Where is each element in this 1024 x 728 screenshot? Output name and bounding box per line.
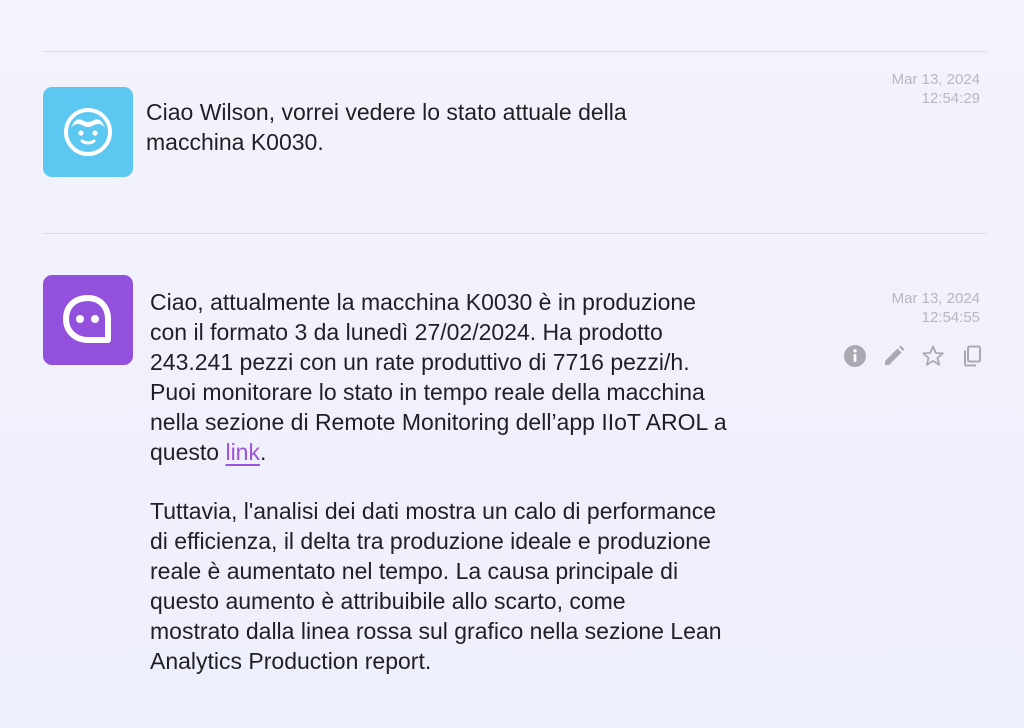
user-face-icon [64, 108, 112, 156]
iiot-link[interactable]: link [225, 439, 260, 465]
assistant-avatar [43, 275, 133, 365]
star-icon [921, 345, 944, 366]
copy-button[interactable] [959, 343, 984, 368]
copy-icon [963, 345, 981, 366]
assistant-message-paragraph-1: Ciao, attualmente la macchina K0030 è in… [150, 287, 727, 467]
user-message-text: Ciao Wilson, vorrei vedere lo stato attu… [146, 99, 627, 155]
message-divider [43, 233, 987, 234]
edit-button[interactable] [881, 343, 906, 368]
message-actions [842, 343, 984, 368]
user-avatar [43, 87, 133, 177]
paragraph-text-end: . [259, 439, 267, 465]
message-time: 12:54:55 [921, 309, 980, 326]
message-date: Mar 13, 2024 [891, 71, 980, 88]
favorite-button[interactable] [920, 343, 945, 368]
chat-bubble-icon [63, 295, 111, 343]
user-message-timestamp: Mar 13, 2024 12:54:29 [892, 70, 980, 108]
assistant-message-timestamp: Mar 13, 2024 12:54:55 [892, 289, 980, 327]
info-icon [843, 344, 866, 367]
info-button[interactable] [842, 343, 867, 368]
message-date: Mar 13, 2024 [891, 290, 980, 307]
edit-pencil-icon [884, 345, 904, 365]
top-divider [43, 51, 987, 52]
message-time: 12:54:29 [921, 90, 980, 107]
assistant-message-paragraph-2: Tuttavia, l'analisi dei dati mostra un c… [150, 498, 722, 674]
